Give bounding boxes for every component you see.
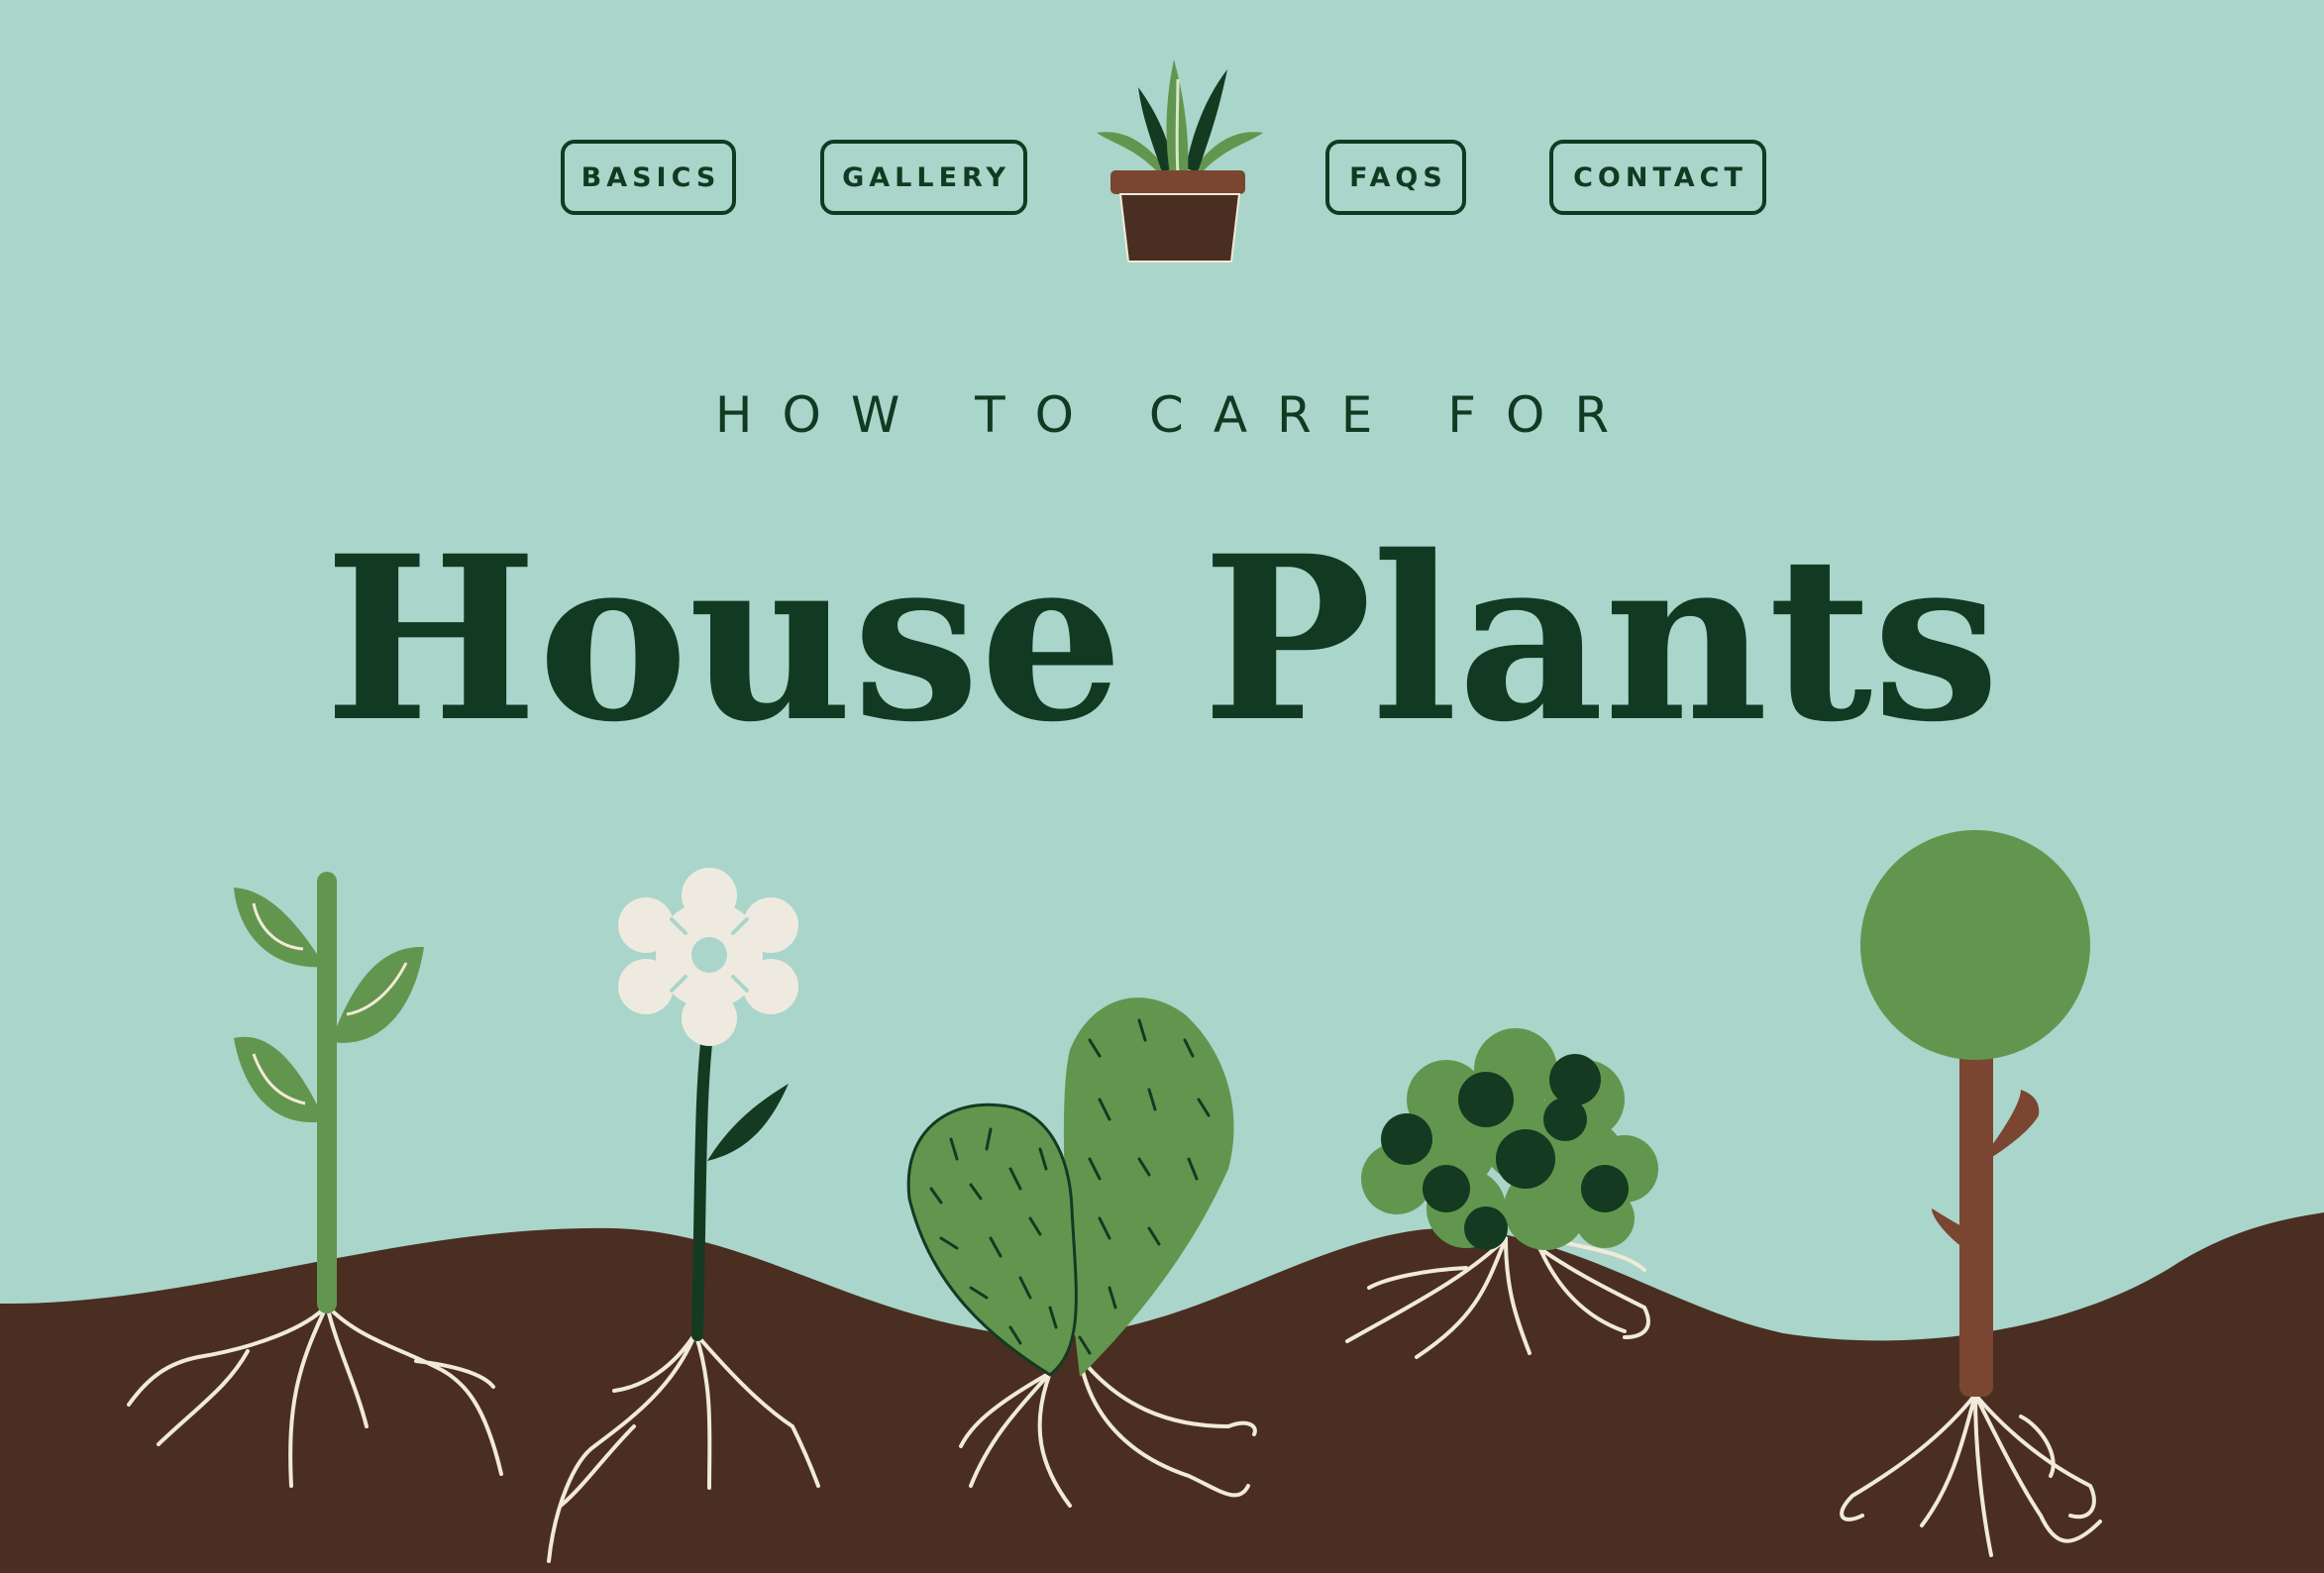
plants-illustration: [0, 830, 2324, 1573]
